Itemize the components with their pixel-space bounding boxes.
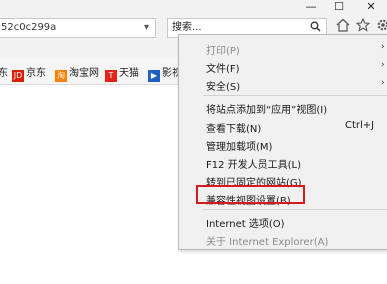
taobao-icon: 淘 <box>55 70 67 82</box>
menu-item-print[interactable]: 打印(P) <box>206 42 240 57</box>
highlight-box <box>196 185 305 204</box>
menu-separator <box>203 95 387 96</box>
search-icon[interactable] <box>310 21 321 35</box>
menu-item-internet-options[interactable]: Internet 选项(O) <box>206 215 285 230</box>
favorite-label: 淘宝网 <box>69 68 99 79</box>
jd-icon: JD <box>12 70 24 82</box>
favorite-label: 天猫 <box>119 68 139 79</box>
submenu-arrow-icon: › <box>381 78 385 88</box>
favorite-taobao[interactable]: 淘淘宝网 <box>55 64 99 82</box>
menu-item-add-site-to-apps[interactable]: 将站点添加到“应用”视图(I) <box>206 101 327 116</box>
minimize-button[interactable]: — <box>300 0 322 16</box>
view-downloads-shortcut: Ctrl+J <box>345 120 375 131</box>
address-bar[interactable]: 52c0c299a <box>0 18 156 38</box>
tools-menu: 打印(P) › 文件(F) › 安全(S) › 将站点添加到“应用”视图(I) … <box>178 34 387 250</box>
tmall-icon: T <box>105 70 117 82</box>
menu-item-file[interactable]: 文件(F) <box>206 60 240 75</box>
menu-separator <box>203 209 387 210</box>
maximize-button[interactable]: ☐ <box>328 0 350 16</box>
menu-item-view-downloads[interactable]: 查看下载(N) <box>206 120 261 135</box>
close-button[interactable]: ✕ <box>360 0 382 16</box>
menu-item-manage-addons[interactable]: 管理加载项(M) <box>206 138 272 153</box>
favorite-prefix: 东 <box>0 68 8 79</box>
menu-item-about-ie[interactable]: 关于 Internet Explorer(A) <box>206 233 328 248</box>
submenu-arrow-icon: › <box>381 60 385 70</box>
menu-item-f12-devtools[interactable]: F12 开发人员工具(L) <box>206 156 301 171</box>
favorite-video[interactable]: ▶ 影视 <box>148 64 182 82</box>
favorite-label: 京东 <box>26 68 46 79</box>
favorite-tmall[interactable]: T 天猫 <box>105 64 139 82</box>
video-icon: ▶ <box>148 70 160 82</box>
address-dropdown-icon[interactable]: ▾ <box>144 22 149 33</box>
favorite-jd[interactable]: JD 京东 <box>12 64 46 82</box>
submenu-arrow-icon: › <box>381 42 385 52</box>
menu-item-security[interactable]: 安全(S) <box>206 78 240 93</box>
